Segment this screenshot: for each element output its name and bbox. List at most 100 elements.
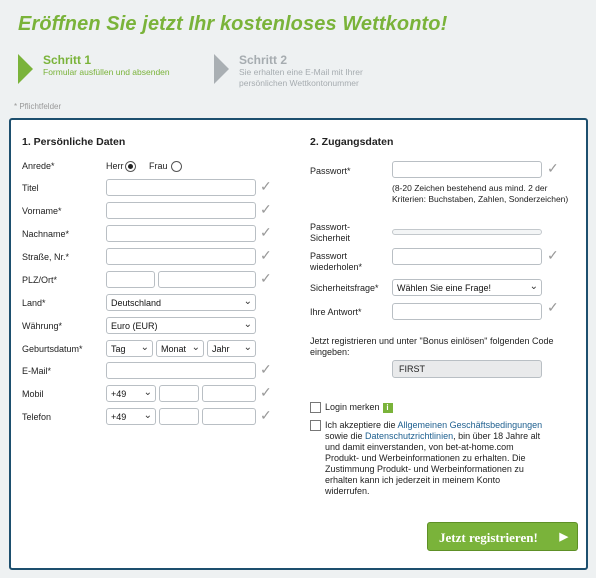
chevron-down-icon: ⌄ — [143, 410, 152, 421]
birth-month-select[interactable]: Monat ⌄ — [156, 340, 204, 357]
password-strength-label-line: Passwort- — [310, 222, 351, 232]
terms-text: Ich akzeptiere die Allgemeinen Geschäfts… — [325, 420, 543, 497]
mobile-area-input[interactable] — [159, 385, 199, 402]
phone-area-input[interactable] — [159, 408, 199, 425]
step-description-line: Sie erhalten eine E-Mail mit Ihrer — [239, 67, 363, 77]
security-answer-input[interactable] — [392, 303, 542, 320]
chevron-down-icon: ⌄ — [191, 342, 200, 353]
chevron-down-icon: ⌄ — [243, 296, 252, 307]
title-label: Titel — [22, 183, 39, 193]
chevron-down-icon: ⌄ — [529, 281, 538, 292]
password-repeat-label: Passwort wiederholen* — [310, 251, 362, 273]
salutation-herr-label: Herr — [106, 161, 124, 171]
mobile-prefix-value: +49 — [111, 389, 127, 399]
security-answer-label: Ihre Antwort* — [310, 307, 362, 317]
step-title: Schritt 1 — [43, 53, 92, 67]
check-icon: ✓ — [260, 384, 272, 400]
info-icon[interactable]: i — [382, 402, 393, 413]
mobile-prefix-select[interactable]: +49 ⌄ — [106, 385, 156, 402]
password-repeat-label-line: wiederholen* — [310, 262, 363, 272]
check-icon: ✓ — [260, 270, 272, 286]
bonus-code-text: Jetzt registrieren und unter "Bonus einl… — [310, 336, 554, 357]
terms-link[interactable]: Allgemeinen Geschäftsbedingungen — [398, 420, 543, 430]
birth-day-value: Tag — [111, 344, 126, 354]
remember-login-text: Login merken — [325, 402, 380, 412]
currency-select[interactable]: Euro (EUR) ⌄ — [106, 317, 256, 334]
security-question-label: Sicherheitsfrage* — [310, 283, 379, 293]
registration-form: 1. Persönliche Daten Anrede* Herr Frau T… — [9, 118, 588, 570]
mobile-label: Mobil — [22, 389, 44, 399]
step-arrow-icon — [214, 54, 229, 84]
birth-year-select[interactable]: Jahr ⌄ — [207, 340, 256, 357]
arrow-right-icon: ▶ — [559, 531, 568, 543]
phone-prefix-value: +49 — [111, 412, 127, 422]
birth-day-select[interactable]: Tag ⌄ — [106, 340, 153, 357]
chevron-down-icon: ⌄ — [243, 342, 252, 353]
zip-city-label: PLZ/Ort* — [22, 275, 58, 285]
check-icon: ✓ — [260, 247, 272, 263]
chevron-down-icon: ⌄ — [243, 319, 252, 330]
check-icon: ✓ — [260, 178, 272, 194]
register-button[interactable]: Jetzt registrieren! ▶ — [427, 522, 578, 551]
phone-label: Telefon — [22, 412, 52, 422]
terms-text-part: sowie die — [325, 431, 366, 441]
step-title: Schritt 2 — [239, 53, 288, 67]
street-label: Straße, Nr.* — [22, 252, 70, 262]
terms-checkbox[interactable] — [310, 420, 321, 431]
page-headline: Eröffnen Sie jetzt Ihr kostenloses Wettk… — [18, 13, 448, 35]
chevron-down-icon: ⌄ — [140, 342, 149, 353]
birth-month-value: Monat — [161, 344, 187, 354]
remember-login-checkbox[interactable] — [310, 402, 321, 413]
lastname-label: Nachname* — [22, 229, 70, 239]
salutation-herr-radio[interactable] — [125, 161, 136, 172]
birth-year-value: Jahr — [212, 344, 230, 354]
country-label: Land* — [22, 298, 46, 308]
check-icon: ✓ — [547, 299, 559, 315]
check-icon: ✓ — [260, 407, 272, 423]
check-icon: ✓ — [260, 361, 272, 377]
country-select[interactable]: Deutschland ⌄ — [106, 294, 256, 311]
required-fields-note: * Pflichtfelder — [14, 102, 62, 111]
chevron-down-icon: ⌄ — [143, 387, 152, 398]
terms-text-part: Ich akzeptiere die — [325, 420, 398, 430]
password-label: Passwort* — [310, 166, 351, 176]
password-repeat-label-line: Passwort — [310, 251, 348, 261]
password-strength-label: Passwort- Sicherheit — [310, 222, 350, 244]
step-description: Sie erhalten eine E-Mail mit Ihrer persö… — [239, 67, 363, 89]
title-input[interactable] — [106, 179, 256, 196]
personal-data-title: 1. Persönliche Daten — [22, 136, 126, 148]
salutation-label: Anrede* — [22, 161, 55, 171]
step-description: Formular ausfüllen und absenden — [43, 67, 170, 77]
firstname-input[interactable] — [106, 202, 256, 219]
lastname-input[interactable] — [106, 225, 256, 242]
security-question-value: Wählen Sie eine Frage! — [397, 283, 492, 293]
access-data-title: 2. Zugangsdaten — [310, 136, 394, 148]
check-icon: ✓ — [547, 247, 559, 263]
password-strength-label-line: Sicherheit — [310, 233, 351, 243]
check-icon: ✓ — [260, 201, 272, 217]
firstname-label: Vorname* — [22, 206, 62, 216]
phone-number-input[interactable] — [202, 408, 256, 425]
privacy-link[interactable]: Datenschutzrichtlinien — [365, 431, 453, 441]
salutation-frau-radio[interactable] — [171, 161, 182, 172]
email-label: E-Mail* — [22, 366, 52, 376]
zip-input[interactable] — [106, 271, 155, 288]
phone-prefix-select[interactable]: +49 ⌄ — [106, 408, 156, 425]
password-repeat-input[interactable] — [392, 248, 542, 265]
currency-label: Währung* — [22, 321, 63, 331]
email-input[interactable] — [106, 362, 256, 379]
country-value: Deutschland — [111, 298, 162, 308]
step-arrow-icon — [18, 54, 33, 84]
salutation-frau-label: Frau — [149, 161, 168, 171]
mobile-number-input[interactable] — [202, 385, 256, 402]
security-question-select[interactable]: Wählen Sie eine Frage! ⌄ — [392, 279, 542, 296]
password-strength-meter — [392, 229, 542, 235]
register-button-label: Jetzt registrieren! — [439, 530, 538, 545]
city-input[interactable] — [158, 271, 256, 288]
currency-value: Euro (EUR) — [111, 321, 158, 331]
check-icon: ✓ — [260, 224, 272, 240]
password-input[interactable] — [392, 161, 542, 178]
check-icon: ✓ — [547, 160, 559, 176]
street-input[interactable] — [106, 248, 256, 265]
bonus-code-field[interactable]: FIRST — [392, 360, 542, 378]
